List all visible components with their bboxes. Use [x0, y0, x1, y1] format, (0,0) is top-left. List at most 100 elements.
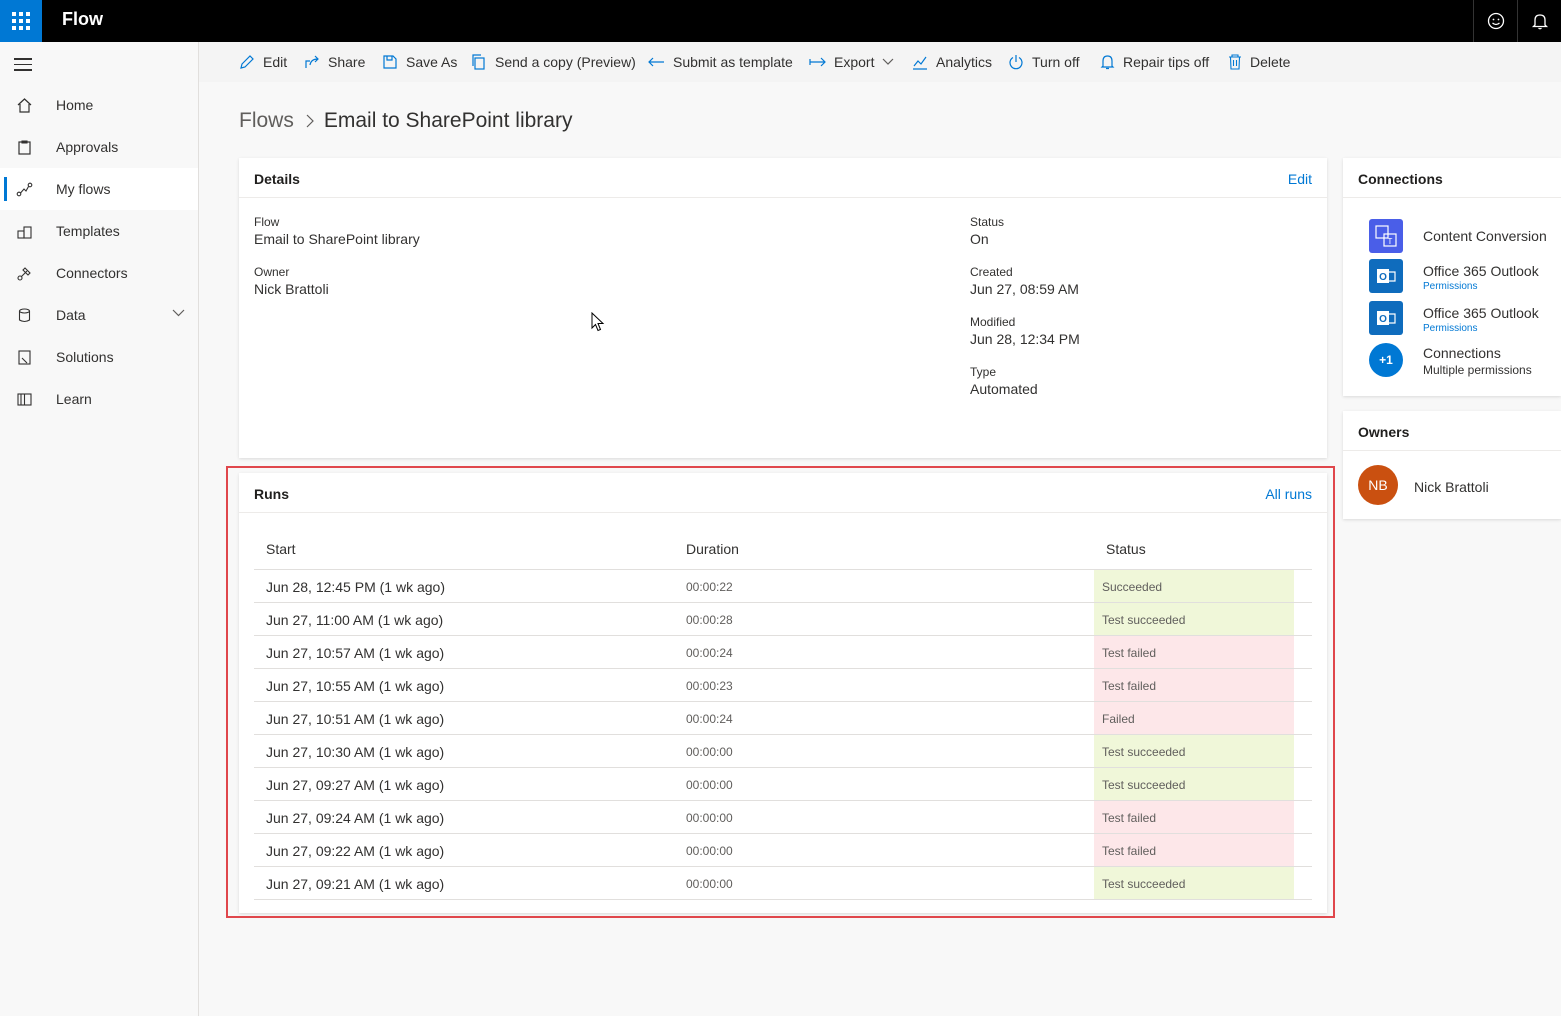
analytics-button-label: Analytics	[936, 54, 993, 70]
share-button[interactable]: Share	[304, 42, 365, 82]
my-flows-icon	[16, 182, 33, 197]
pencil-icon	[240, 55, 254, 69]
export-button-label: Export	[834, 54, 875, 70]
sidebar-item-label: Connectors	[56, 265, 128, 281]
repair-tips-button-label: Repair tips off	[1123, 54, 1210, 70]
sidebar-item-label: Templates	[56, 223, 120, 239]
edit-button[interactable]: Edit	[239, 42, 287, 82]
sidebar-item-home[interactable]: Home	[0, 84, 198, 126]
arrow-left-icon	[648, 57, 664, 67]
sidebar-item-my-flows[interactable]: My flows	[0, 168, 198, 210]
plus-one-badge: +1	[1369, 343, 1403, 377]
owner-value: Nick Brattoli	[254, 281, 329, 297]
chevron-right-icon	[306, 114, 314, 128]
modified-label: Modified	[970, 315, 1016, 329]
permissions-link[interactable]: Permissions	[1423, 323, 1477, 334]
power-icon	[1009, 55, 1023, 70]
details-edit-link[interactable]: Edit	[1288, 171, 1312, 187]
connection-item[interactable]: +1 Connections Multiple permissions	[1359, 340, 1559, 380]
delete-button[interactable]: Delete	[1228, 42, 1290, 82]
waffle-icon	[12, 12, 30, 30]
copy-icon	[472, 54, 485, 70]
svg-text:T: T	[1388, 237, 1393, 246]
analytics-button[interactable]: Analytics	[912, 42, 992, 82]
details-card-header: Details Edit	[239, 158, 1327, 198]
notifications-button[interactable]	[1517, 0, 1561, 42]
submit-template-button-label: Submit as template	[673, 54, 793, 70]
repair-tips-button[interactable]: Repair tips off	[1100, 42, 1209, 82]
owners-card-header: Owners	[1343, 411, 1561, 451]
sidebar-item-label: Approvals	[56, 139, 119, 155]
approvals-icon	[18, 140, 31, 155]
owner-name[interactable]: Nick Brattoli	[1414, 479, 1489, 495]
app-launcher-button[interactable]	[0, 0, 42, 42]
sidebar-item-learn[interactable]: Learn	[0, 378, 198, 420]
connections-card-header: Connections	[1343, 158, 1561, 198]
connection-name: Office 365 Outlook	[1423, 263, 1539, 279]
status-label: Status	[970, 215, 1005, 229]
send-copy-button-label: Send a copy (Preview)	[495, 54, 636, 70]
sidebar-item-templates[interactable]: Templates	[0, 210, 198, 252]
trash-icon	[1229, 54, 1241, 70]
bell-icon	[1100, 55, 1115, 70]
command-bar: Edit Share Save As Send a copy (Preview)…	[199, 42, 1561, 82]
runs-highlight-box	[226, 466, 1335, 918]
share-button-label: Share	[328, 54, 366, 70]
created-value: Jun 27, 08:59 AM	[970, 281, 1079, 297]
smiley-icon	[1487, 12, 1504, 30]
app-title[interactable]: Flow	[62, 9, 103, 30]
sidebar-item-connectors[interactable]: Connectors	[0, 252, 198, 294]
delete-button-label: Delete	[1250, 54, 1291, 70]
permissions-link[interactable]: Permissions	[1423, 281, 1477, 292]
connection-item[interactable]: O Office 365 Outlook Permissions	[1359, 298, 1559, 338]
sidebar-item-solutions[interactable]: Solutions	[0, 336, 198, 378]
turn-off-button-label: Turn off	[1032, 54, 1080, 70]
owner-label: Owner	[254, 265, 290, 279]
modified-value: Jun 28, 12:34 PM	[970, 331, 1080, 347]
connectors-icon	[17, 267, 31, 281]
save-as-icon	[383, 55, 397, 69]
connection-item[interactable]: T Content Conversion	[1359, 216, 1559, 256]
send-copy-button[interactable]: Send a copy (Preview)	[471, 42, 636, 82]
turn-off-button[interactable]: Turn off	[1008, 42, 1079, 82]
type-value: Automated	[970, 381, 1038, 397]
owners-card: Owners NB Nick Brattoli	[1343, 411, 1561, 519]
templates-icon	[17, 226, 32, 239]
svg-text:O: O	[1379, 314, 1387, 325]
feedback-button[interactable]	[1473, 0, 1517, 42]
connection-permissions-text: Multiple permissions	[1423, 363, 1532, 377]
share-icon	[305, 55, 319, 68]
top-bar: Flow	[0, 0, 1561, 42]
chevron-down-icon[interactable]	[172, 309, 185, 317]
content-conversion-icon: T	[1369, 219, 1403, 253]
sidebar-item-approvals[interactable]: Approvals	[0, 126, 198, 168]
chevron-down-icon	[883, 58, 894, 65]
type-label: Type	[970, 365, 997, 379]
svg-text:O: O	[1379, 272, 1387, 283]
sidebar-item-label: Solutions	[56, 349, 114, 365]
sidebar-item-data[interactable]: Data	[0, 294, 198, 336]
analytics-icon	[913, 56, 927, 70]
home-icon	[17, 98, 32, 113]
connection-item[interactable]: O Office 365 Outlook Permissions	[1359, 256, 1559, 296]
bell-icon	[1531, 14, 1548, 30]
edit-button-label: Edit	[263, 54, 288, 70]
connection-name: Office 365 Outlook	[1423, 305, 1539, 321]
save-as-button[interactable]: Save As	[382, 42, 457, 82]
save-as-button-label: Save As	[406, 54, 458, 70]
avatar-initials: NB	[1368, 477, 1388, 493]
breadcrumb-flows-link[interactable]: Flows	[239, 109, 294, 133]
export-button[interactable]: Export	[809, 42, 894, 82]
connections-card: Connections T Content Conversion O Offic…	[1343, 158, 1561, 396]
sidebar-item-label: Home	[56, 97, 94, 113]
hamburger-menu-icon[interactable]	[14, 58, 32, 75]
avatar[interactable]: NB	[1358, 465, 1398, 505]
sidebar-item-label: Learn	[56, 391, 92, 407]
submit-template-button[interactable]: Submit as template	[648, 42, 793, 82]
sidebar-item-label: Data	[56, 307, 86, 323]
plus-one-badge-label: +1	[1379, 353, 1393, 367]
details-title: Details	[254, 171, 300, 187]
solutions-icon	[18, 350, 31, 365]
flow-name-label: Flow	[254, 215, 280, 229]
breadcrumb: Flows Email to SharePoint library	[239, 107, 572, 135]
